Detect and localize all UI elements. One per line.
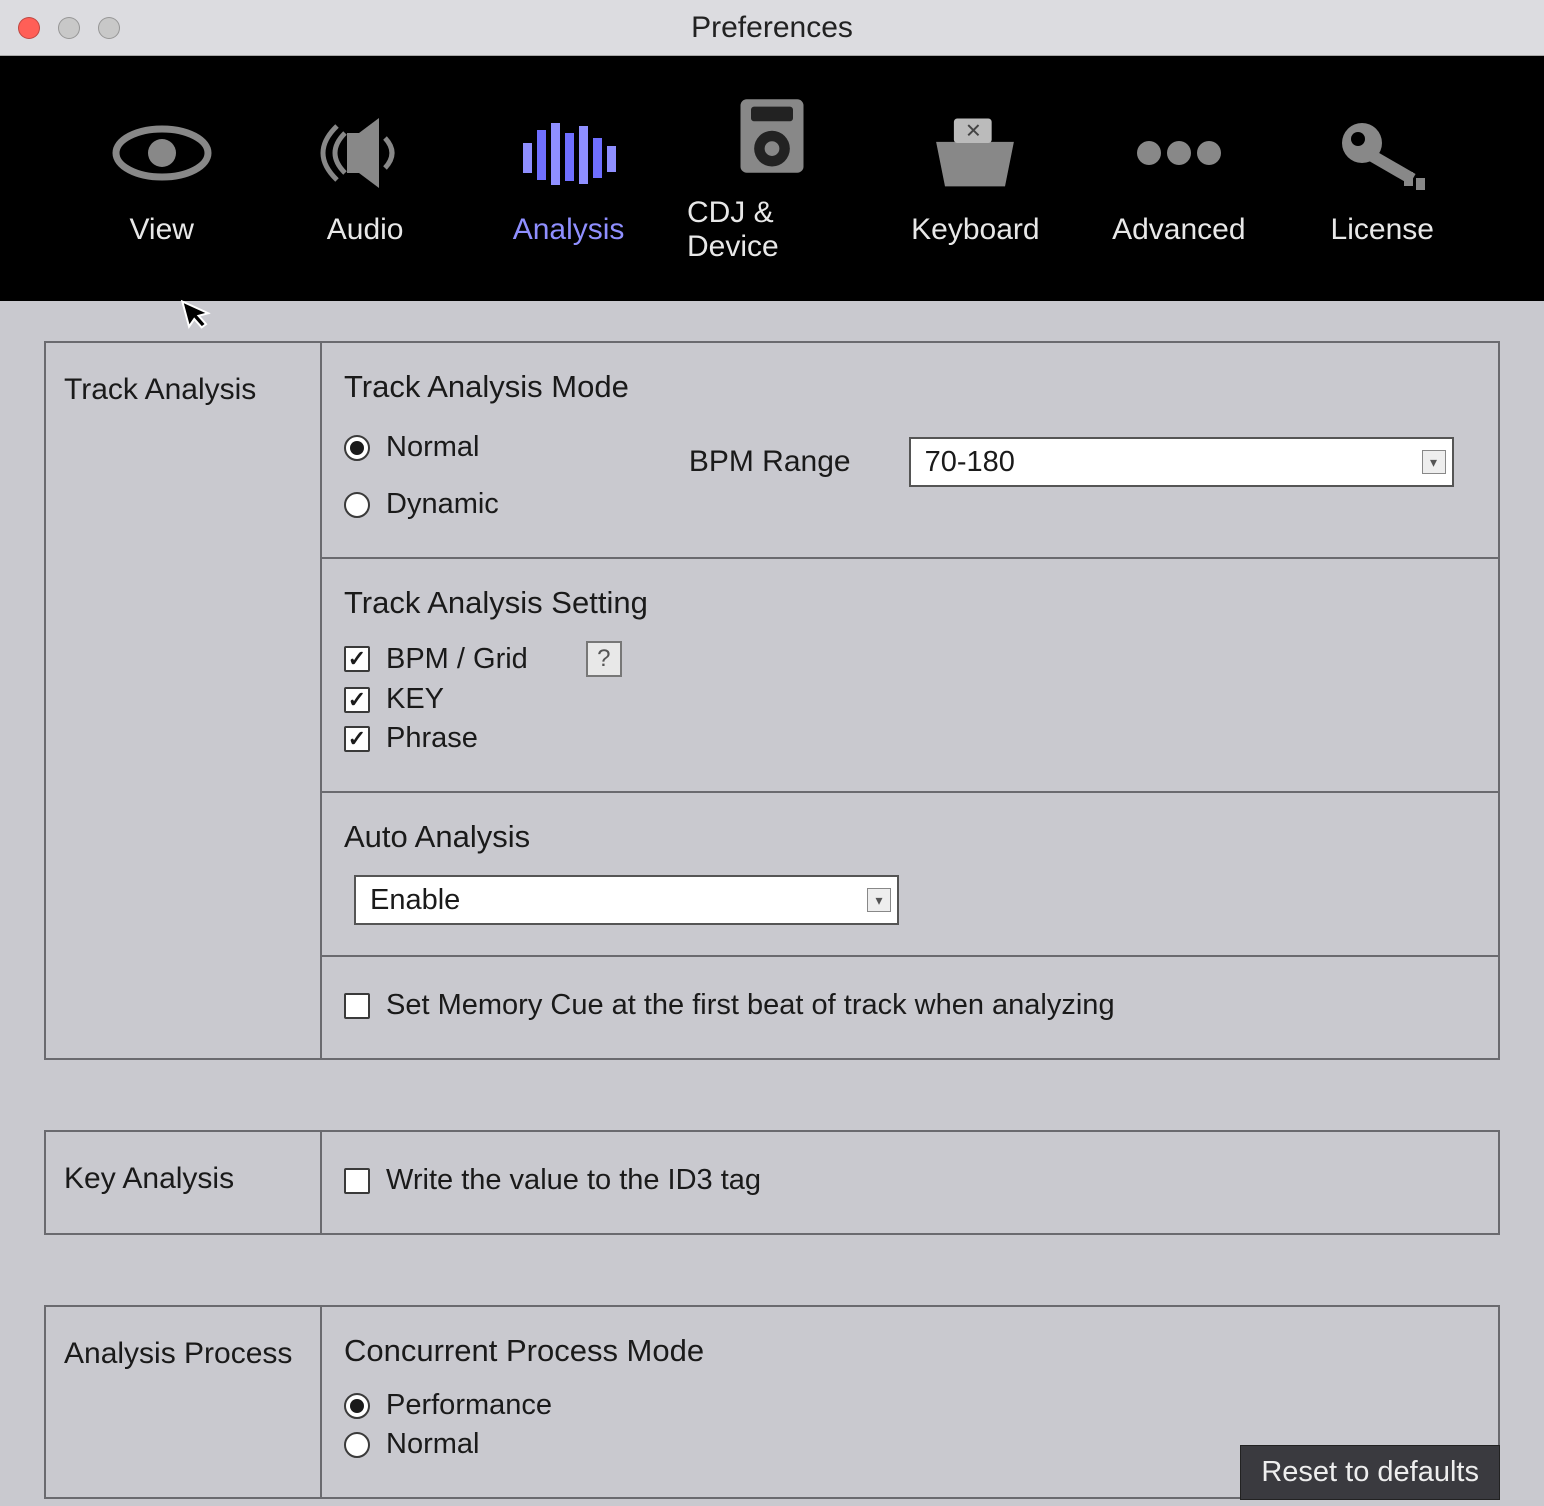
section-title: Track Analysis Setting — [344, 585, 1476, 621]
section-title: Track Analysis Mode — [344, 369, 1476, 405]
tab-label: Keyboard — [911, 213, 1039, 247]
checkbox-memory-cue[interactable]: Set Memory Cue at the first beat of trac… — [344, 989, 1476, 1022]
eye-icon — [112, 111, 212, 195]
radio-icon — [344, 1432, 370, 1458]
window-title: Preferences — [0, 11, 1544, 45]
section-title: Auto Analysis — [344, 819, 1476, 855]
speaker-icon — [315, 111, 415, 195]
checkbox-label: BPM / Grid — [386, 643, 528, 676]
checkbox-icon — [344, 1168, 370, 1194]
checkbox-write-id3[interactable]: Write the value to the ID3 tag — [344, 1164, 1476, 1197]
radio-process-performance[interactable]: Performance — [344, 1389, 1476, 1422]
checkbox-label: Set Memory Cue at the first beat of trac… — [386, 989, 1115, 1022]
radio-label: Normal — [386, 431, 479, 464]
checkbox-phrase[interactable]: Phrase — [344, 722, 1476, 755]
checkbox-icon — [344, 687, 370, 713]
panel-key-analysis: Key Analysis Write the value to the ID3 … — [44, 1130, 1500, 1235]
tab-label: View — [129, 213, 193, 247]
radio-icon — [344, 1393, 370, 1419]
panel-side-label: Analysis Process — [46, 1307, 322, 1497]
tab-cdj-device[interactable]: CDJ & Device — [687, 94, 857, 264]
button-label: Reset to defaults — [1261, 1456, 1479, 1488]
help-icon[interactable]: ? — [586, 641, 622, 677]
tab-label: Advanced — [1112, 213, 1245, 247]
select-value: 70-180 — [925, 446, 1015, 479]
preferences-tabbar: View Audio Analysis — [0, 56, 1544, 301]
ellipsis-icon — [1129, 111, 1229, 195]
checkbox-icon — [344, 726, 370, 752]
dropdown-arrow-icon: ▾ — [867, 888, 891, 912]
tab-license[interactable]: License — [1297, 111, 1467, 247]
section-title: Concurrent Process Mode — [344, 1333, 1476, 1369]
tab-keyboard[interactable]: ✕ Keyboard — [890, 111, 1060, 247]
waveform-bars-icon — [519, 111, 619, 195]
checkbox-icon — [344, 646, 370, 672]
checkbox-label: Phrase — [386, 722, 478, 755]
select-value: Enable — [370, 884, 460, 917]
radio-label: Performance — [386, 1389, 552, 1422]
checkbox-label: KEY — [386, 683, 444, 716]
radio-icon — [344, 435, 370, 461]
checkbox-bpm-grid[interactable]: BPM / Grid ? — [344, 641, 1476, 677]
titlebar: Preferences — [0, 0, 1544, 56]
tab-audio[interactable]: Audio — [280, 111, 450, 247]
tab-label: Audio — [327, 213, 404, 247]
checkbox-icon — [344, 993, 370, 1019]
panel-track-analysis: Track Analysis Track Analysis Mode Norma… — [44, 341, 1500, 1060]
bpm-range-label: BPM Range — [689, 445, 851, 479]
tab-advanced[interactable]: Advanced — [1094, 111, 1264, 247]
preferences-content: Track Analysis Track Analysis Mode Norma… — [0, 301, 1544, 1506]
panel-side-label: Key Analysis — [46, 1132, 322, 1233]
checkbox-label: Write the value to the ID3 tag — [386, 1164, 761, 1197]
key-icon — [1332, 111, 1432, 195]
tab-label: Analysis — [513, 213, 625, 247]
tab-label: License — [1331, 213, 1434, 247]
auto-analysis-select[interactable]: Enable ▾ — [354, 875, 899, 925]
keyboard-icon: ✕ — [925, 111, 1025, 195]
device-icon — [722, 94, 822, 178]
radio-mode-normal[interactable]: Normal — [344, 431, 499, 464]
tab-label: CDJ & Device — [687, 196, 857, 264]
radio-label: Dynamic — [386, 488, 499, 521]
bpm-range-select[interactable]: 70-180 ▾ — [909, 437, 1454, 487]
radio-icon — [344, 492, 370, 518]
radio-label: Normal — [386, 1428, 479, 1461]
dropdown-arrow-icon: ▾ — [1422, 450, 1446, 474]
radio-mode-dynamic[interactable]: Dynamic — [344, 488, 499, 521]
svg-text:✕: ✕ — [965, 120, 982, 142]
reset-to-defaults-button[interactable]: Reset to defaults — [1240, 1445, 1500, 1500]
panel-side-label: Track Analysis — [46, 343, 322, 1058]
tab-view[interactable]: View — [77, 111, 247, 247]
tab-analysis[interactable]: Analysis — [484, 111, 654, 247]
checkbox-key[interactable]: KEY — [344, 683, 1476, 716]
